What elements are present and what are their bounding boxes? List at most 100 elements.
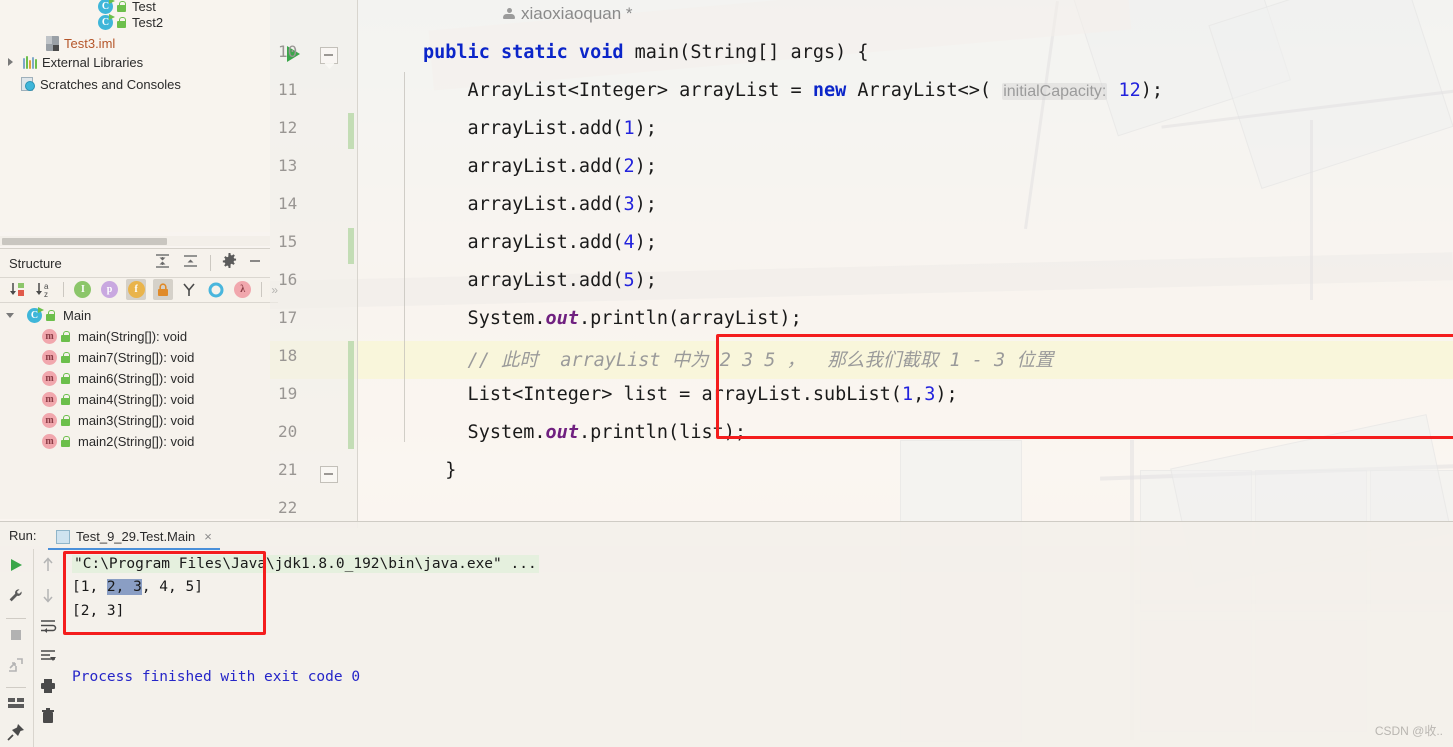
csdn-watermark: CSDN @收..: [1374, 724, 1443, 738]
sort-by-visibility-icon[interactable]: [8, 279, 28, 300]
run-tab-bar: Run: Test_9_29.Test.Main ×: [0, 522, 1453, 550]
group-by-icon[interactable]: [180, 279, 200, 300]
code-line[interactable]: // 此时 arrayList 中为 2 3 5 ， 那么我们截取 1 - 3 …: [423, 346, 1054, 372]
console-output-line-2: [2, 3]: [72, 603, 125, 619]
code-token: new: [812, 80, 847, 101]
console-tab-icon: [56, 529, 70, 544]
chevron-down-icon[interactable]: [6, 310, 17, 321]
run-console[interactable]: "C:\Program Files\Java\jdk1.8.0_192\bin\…: [62, 549, 1453, 747]
code-line[interactable]: List<Integer> list = arrayList.subList(1…: [423, 384, 958, 405]
code-token: }: [423, 460, 457, 481]
code-token: arrayList.add(: [423, 194, 624, 215]
down-arrow-icon[interactable]: [40, 587, 56, 609]
up-arrow-icon[interactable]: [40, 556, 56, 578]
code-line[interactable]: }: [423, 460, 456, 481]
structure-member-label: main6(String[]): void: [78, 371, 195, 386]
structure-tool-window[interactable]: Structure a z I p f λ C Main m main(Stri…: [0, 248, 278, 519]
edit-configurations-icon[interactable]: [7, 587, 25, 610]
run-tab-test-main[interactable]: Test_9_29.Test.Main ×: [48, 525, 220, 550]
dump-threads-icon[interactable]: [7, 656, 25, 679]
code-line[interactable]: arrayList.add(3);: [423, 194, 657, 215]
tree-item-external-libraries[interactable]: External Libraries: [6, 52, 143, 72]
close-icon[interactable]: ×: [204, 529, 212, 544]
rerun-icon[interactable]: [7, 556, 25, 579]
show-properties-icon[interactable]: p: [100, 279, 120, 300]
vcs-annotation[interactable]: xiaoxiaoquan *: [503, 4, 633, 24]
structure-member-1[interactable]: m main7(String[]): void: [0, 347, 270, 368]
code-line[interactable]: arrayList.add(1);: [423, 118, 657, 139]
structure-toolbar[interactable]: a z I p f λ: [0, 277, 278, 303]
code-token: .println(arrayList);: [578, 308, 802, 329]
method-icon: m: [42, 329, 57, 344]
code-token: // 此时 arrayList 中为 2 3 5 ， 那么我们截取 1 - 3 …: [423, 350, 1054, 371]
code-token: initialCapacity:: [1002, 83, 1108, 100]
code-token: 1: [623, 118, 635, 139]
chevron-right-icon[interactable]: [6, 57, 15, 67]
sort-alphabetically-icon[interactable]: a z: [35, 279, 55, 300]
structure-tree[interactable]: C Main m main(String[]): void m main7(St…: [0, 305, 270, 452]
code-line[interactable]: System.out.println(list);: [423, 422, 746, 443]
code-token: 4: [623, 232, 635, 253]
structure-member-label: main(String[]): void: [78, 329, 188, 344]
show-non-public-icon[interactable]: [152, 279, 173, 300]
public-visibility-icon: [61, 436, 71, 447]
project-horizontal-scrollbar-thumb[interactable]: [2, 238, 167, 245]
scroll-to-end-icon[interactable]: [39, 648, 57, 669]
console-output-line-1: [1, 2, 3, 4, 5]: [72, 579, 203, 595]
clear-all-icon[interactable]: [40, 708, 56, 730]
code-line[interactable]: arrayList.add(2);: [423, 156, 657, 177]
code-token: arrayList.add(: [423, 232, 624, 253]
show-anonymous-icon[interactable]: [206, 279, 226, 300]
minimize-icon[interactable]: [248, 254, 262, 273]
structure-member-2[interactable]: m main6(String[]): void: [0, 368, 270, 389]
structure-member-5[interactable]: m main2(String[]): void: [0, 431, 270, 452]
show-inherited-icon[interactable]: I: [73, 279, 93, 300]
show-lambdas-icon[interactable]: λ: [233, 279, 253, 300]
scratches-icon: [20, 77, 35, 91]
tree-item-label: External Libraries: [42, 54, 144, 70]
tree-item-scratches[interactable]: Scratches and Consoles: [20, 74, 181, 94]
structure-member-0[interactable]: m main(String[]): void: [0, 326, 270, 347]
structure-member-label: main3(String[]): void: [78, 413, 195, 428]
editor-text-area[interactable]: xiaoxiaoquan * public static void main(S…: [358, 0, 1453, 528]
run-tool-window[interactable]: Run: Test_9_29.Test.Main × "C:\Program F…: [0, 521, 1453, 747]
code-token: .println(list);: [578, 422, 747, 443]
svg-text:z: z: [44, 290, 48, 298]
code-line[interactable]: ArrayList<Integer> arrayList = new Array…: [423, 80, 1164, 101]
collapse-all-icon[interactable]: [182, 253, 199, 274]
structure-title: Structure: [9, 255, 62, 271]
structure-member-label: main2(String[]): void: [78, 434, 195, 449]
public-visibility-icon: [61, 373, 71, 384]
console-selection: 2, 3: [106, 579, 142, 595]
code-token: public static void: [423, 42, 635, 63]
gear-icon[interactable]: [222, 253, 237, 273]
print-icon[interactable]: [39, 678, 57, 699]
run-toolbar-right[interactable]: [33, 549, 62, 747]
structure-member-3[interactable]: m main4(String[]): void: [0, 389, 270, 410]
expand-all-icon[interactable]: [154, 253, 171, 274]
structure-root-main[interactable]: C Main: [0, 305, 270, 326]
code-token: System.: [423, 308, 546, 329]
structure-member-label: main7(String[]): void: [78, 350, 195, 365]
layout-icon[interactable]: [7, 696, 25, 715]
divider: [5, 687, 26, 688]
run-toolbar-left[interactable]: [0, 549, 31, 747]
code-token: 5: [623, 270, 635, 291]
code-line[interactable]: System.out.println(arrayList);: [423, 308, 802, 329]
code-line[interactable]: arrayList.add(5);: [423, 270, 657, 291]
public-visibility-icon: [46, 310, 56, 321]
code-token: out: [545, 422, 579, 443]
library-icon: [23, 55, 37, 69]
tree-item-test3-iml[interactable]: Test3.iml: [46, 33, 115, 53]
code-editor[interactable]: 10 11 12 13 14 15 16 17 18 19 20 21 22 xiaoxiaoquan …: [270, 0, 1453, 528]
show-fields-icon[interactable]: f: [126, 279, 146, 300]
code-line[interactable]: arrayList.add(4);: [423, 232, 657, 253]
code-line[interactable]: public static void main(String[] args) {: [423, 42, 869, 63]
soft-wrap-icon[interactable]: [39, 618, 57, 639]
tree-item-test2[interactable]: C Test2: [98, 12, 163, 32]
stop-icon[interactable]: [8, 627, 24, 648]
structure-member-4[interactable]: m main3(String[]): void: [0, 410, 270, 431]
pin-tab-icon[interactable]: [6, 723, 25, 746]
run-tab-label: Test_9_29.Test.Main: [76, 529, 196, 544]
project-tool-window[interactable]: C Test C Test2 Test3.iml External Librar…: [0, 0, 270, 232]
